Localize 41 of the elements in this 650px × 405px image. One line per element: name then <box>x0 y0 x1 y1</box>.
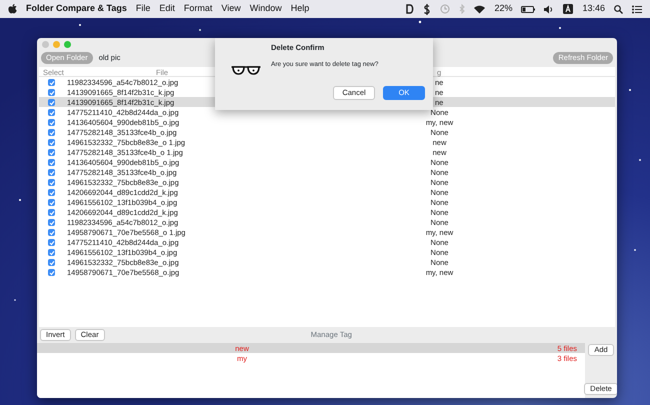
dollar-icon[interactable] <box>423 4 432 14</box>
menu-item[interactable]: Window <box>250 2 282 16</box>
apple-icon[interactable] <box>8 4 17 14</box>
checkbox[interactable] <box>48 99 55 106</box>
checkbox[interactable] <box>48 109 55 116</box>
checkbox[interactable] <box>48 259 55 266</box>
volume-icon[interactable] <box>544 4 554 14</box>
checkbox[interactable] <box>48 269 55 276</box>
checkbox[interactable] <box>48 199 55 206</box>
checkbox[interactable] <box>48 209 55 216</box>
zoom-button[interactable] <box>64 41 71 48</box>
clock[interactable]: 13:46 <box>582 2 605 16</box>
checkbox[interactable] <box>48 249 55 256</box>
menu-item[interactable]: File <box>136 2 150 16</box>
search-icon[interactable] <box>614 4 623 14</box>
checkbox[interactable] <box>48 219 55 226</box>
glasses-icon <box>231 64 261 75</box>
checkbox[interactable] <box>48 229 55 236</box>
menu-item[interactable]: Help <box>290 2 310 16</box>
checkbox[interactable] <box>48 129 55 136</box>
menu-item[interactable]: Format <box>184 2 212 16</box>
checkbox[interactable] <box>48 239 55 246</box>
checkbox[interactable] <box>48 159 55 166</box>
clock-icon[interactable] <box>440 4 450 14</box>
checkbox[interactable] <box>48 169 55 176</box>
checkbox[interactable] <box>48 179 55 186</box>
wifi-icon[interactable] <box>474 4 486 14</box>
menu-item[interactable]: View <box>221 2 241 16</box>
battery-icon[interactable] <box>521 6 536 12</box>
menu-item[interactable]: Edit <box>159 2 175 16</box>
app-menu[interactable]: Folder Compare & Tags <box>26 2 127 16</box>
checkbox[interactable] <box>48 139 55 146</box>
checkbox[interactable] <box>48 119 55 126</box>
checkbox[interactable] <box>48 79 55 86</box>
list-icon[interactable] <box>632 4 642 14</box>
checkbox[interactable] <box>48 89 55 96</box>
d-icon[interactable] <box>406 4 414 14</box>
battery-percentage: 22% <box>494 2 512 16</box>
checkbox[interactable] <box>48 149 55 156</box>
checkbox[interactable] <box>48 189 55 196</box>
keyboard-icon[interactable] <box>563 4 574 14</box>
